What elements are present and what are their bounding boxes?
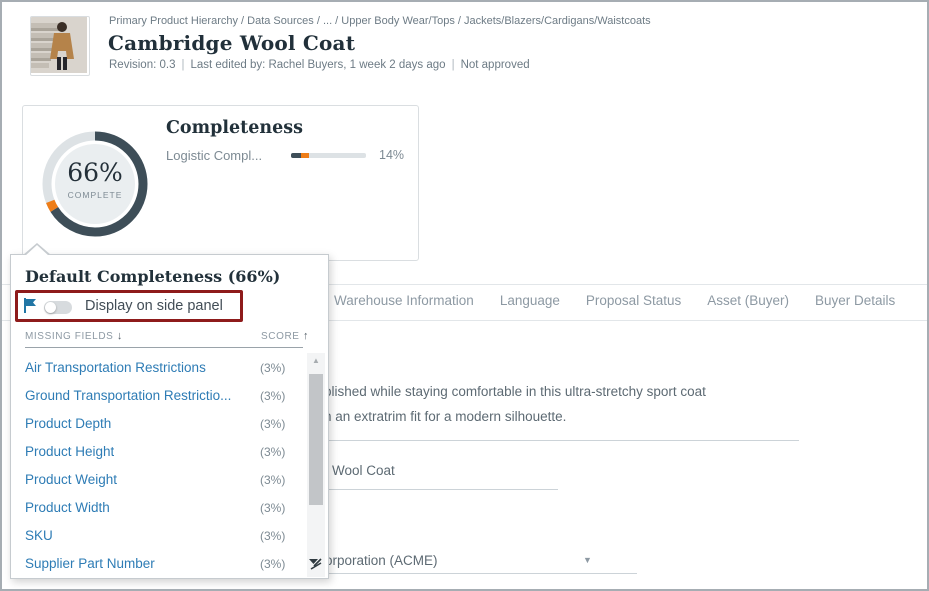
revision-label: Revision: 0.3 [109, 59, 175, 71]
scrollbar-thumb[interactable] [309, 374, 323, 505]
flag-icon [23, 298, 37, 313]
field-score: (3%) [260, 473, 285, 487]
vendor-select-underline [312, 573, 637, 574]
complete-label: COMPLETE [38, 190, 152, 200]
list-item: Product Weight (3%) [11, 466, 307, 494]
last-edited-label: Last edited by: Rachel Buyers, 1 week 2 … [190, 59, 445, 71]
completeness-popup: Default Completeness (66%) Display on si… [10, 254, 329, 579]
field-score: (3%) [260, 361, 285, 375]
description-line1: olished while staying comfortable in thi… [324, 379, 824, 404]
missing-field-link[interactable]: Product Weight [25, 472, 117, 487]
missing-field-link[interactable]: SKU [25, 528, 53, 543]
list-item: Supplier Part Number (3%) [11, 550, 307, 578]
logistic-completeness-label: Logistic Compl... [166, 148, 262, 163]
scrollbar-up-icon[interactable]: ▲ [307, 356, 325, 365]
tab-proposal-status[interactable]: Proposal Status [586, 293, 681, 308]
product-name-underline [329, 489, 558, 490]
tab-buyer-details[interactable]: Buyer Details [815, 293, 895, 308]
bar-segment-orange [301, 153, 309, 158]
missing-field-link[interactable]: Product Width [25, 500, 110, 515]
sort-down-icon: ↓ [117, 330, 123, 342]
description-field-underline [329, 440, 799, 441]
missing-fields-column-header[interactable]: MISSING FIELDS ↓ [25, 330, 123, 342]
list-item: Product Depth (3%) [11, 410, 307, 438]
product-detail-page: Primary Product Hierarchy / Data Sources… [0, 0, 929, 591]
description-line2: n an extratrim fit for a modern silhouet… [324, 404, 824, 429]
logistic-completeness-value: 14% [379, 148, 404, 162]
tab-warehouse-information[interactable]: Warehouse Information [334, 293, 474, 308]
list-item: Product Height (3%) [11, 438, 307, 466]
popup-title: Default Completeness (66%) [25, 267, 280, 286]
tab-bar: Warehouse Information Language Proposal … [334, 293, 895, 308]
field-score: (3%) [260, 557, 285, 571]
scroll-to-bottom-icon[interactable] [307, 555, 324, 572]
score-column-header[interactable]: SCORE ↑ [261, 330, 309, 342]
list-item: Ground Transportation Restrictio... (3%) [11, 382, 307, 410]
bar-segment-dark [291, 153, 301, 158]
logistic-completeness-bar [291, 153, 366, 158]
tab-asset-buyer[interactable]: Asset (Buyer) [707, 293, 789, 308]
vendor-select[interactable]: orporation (ACME) [325, 553, 438, 568]
missing-field-link[interactable]: Air Transportation Restrictions [25, 360, 206, 375]
field-score: (3%) [260, 529, 285, 543]
popup-scrollbar[interactable]: ▲ [307, 353, 325, 577]
missing-field-link[interactable]: Product Height [25, 444, 114, 459]
list-item: Product Width (3%) [11, 494, 307, 522]
field-score: (3%) [260, 389, 285, 403]
field-score: (3%) [260, 445, 285, 459]
list-item: SKU (3%) [11, 522, 307, 550]
product-photo [31, 17, 87, 73]
list-item: Air Transportation Restrictions (3%) [11, 354, 307, 382]
missing-field-link[interactable]: Supplier Part Number [25, 556, 155, 571]
toggle-knob [45, 302, 56, 313]
product-thumbnail[interactable] [30, 16, 90, 76]
popup-callout-arrow [23, 243, 51, 255]
approval-status: Not approved [461, 59, 530, 71]
display-on-side-panel-toggle[interactable] [44, 301, 72, 314]
toggle-label: Display on side panel [85, 298, 223, 314]
sort-up-icon: ↑ [303, 330, 309, 342]
product-name-field[interactable]: Wool Coat [332, 463, 395, 478]
product-meta: Revision: 0.3|Last edited by: Rachel Buy… [109, 59, 530, 71]
description-field[interactable]: olished while staying comfortable in thi… [324, 379, 824, 429]
completeness-percent: 66% [38, 160, 152, 185]
separator: | [446, 59, 461, 71]
breadcrumb[interactable]: Primary Product Hierarchy / Data Sources… [109, 15, 651, 27]
missing-field-link[interactable]: Ground Transportation Restrictio... [25, 388, 231, 403]
missing-field-link[interactable]: Product Depth [25, 416, 111, 431]
completeness-card-title: Completeness [166, 118, 303, 138]
popup-divider [25, 347, 303, 348]
dropdown-caret-icon[interactable]: ▼ [583, 555, 592, 565]
tab-language[interactable]: Language [500, 293, 560, 308]
field-score: (3%) [260, 501, 285, 515]
separator: | [175, 59, 190, 71]
missing-fields-list: Air Transportation Restrictions (3%) Gro… [11, 354, 307, 578]
field-score: (3%) [260, 417, 285, 431]
page-title: Cambridge Wool Coat [108, 31, 355, 55]
